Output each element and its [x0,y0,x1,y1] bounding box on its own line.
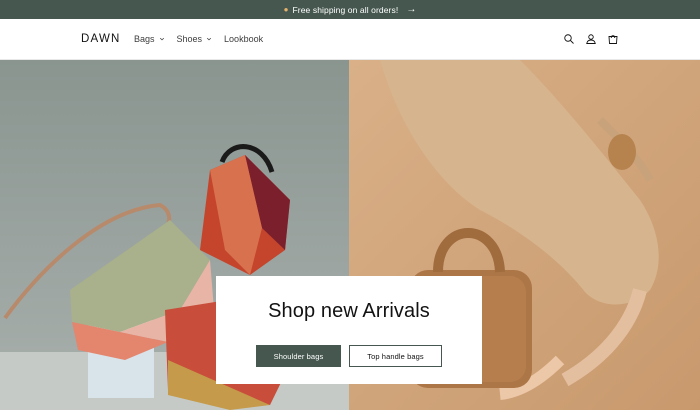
store-logo[interactable]: DAWN [81,33,121,45]
main-nav: Bags Shoes Lookbook [134,34,275,44]
nav-item-shoes[interactable]: Shoes [177,34,213,44]
promo-title: Shop new Arrivals [268,300,430,322]
nav-item-bags[interactable]: Bags [134,34,165,44]
promo-card: Shop new Arrivals Shoulder bags Top hand… [216,276,482,384]
shoulder-bags-button[interactable]: Shoulder bags [256,345,341,367]
nav-item-label: Shoes [176,34,203,44]
hero-banner: Shop new Arrivals Shoulder bags Top hand… [0,60,700,410]
top-handle-bags-button[interactable]: Top handle bags [349,345,442,367]
chevron-down-icon [206,37,212,41]
arrow-right-icon[interactable]: → [406,4,416,15]
nav-item-lookbook[interactable]: Lookbook [224,34,263,44]
cart-icon[interactable] [607,33,619,45]
search-icon[interactable] [563,33,575,45]
account-icon[interactable] [585,33,597,45]
announcement-bar[interactable]: ● Free shipping on all orders! → [0,0,700,19]
chevron-down-icon [159,37,164,41]
nav-item-label: Bags [134,34,155,44]
orange-sparkle-icon: ● [283,5,289,14]
header-icons [563,33,619,45]
nav-item-label: Lookbook [224,34,264,44]
announcement-text[interactable]: Free shipping on all orders! [293,5,399,15]
site-header: DAWN Bags Shoes Lookbook [0,19,700,60]
